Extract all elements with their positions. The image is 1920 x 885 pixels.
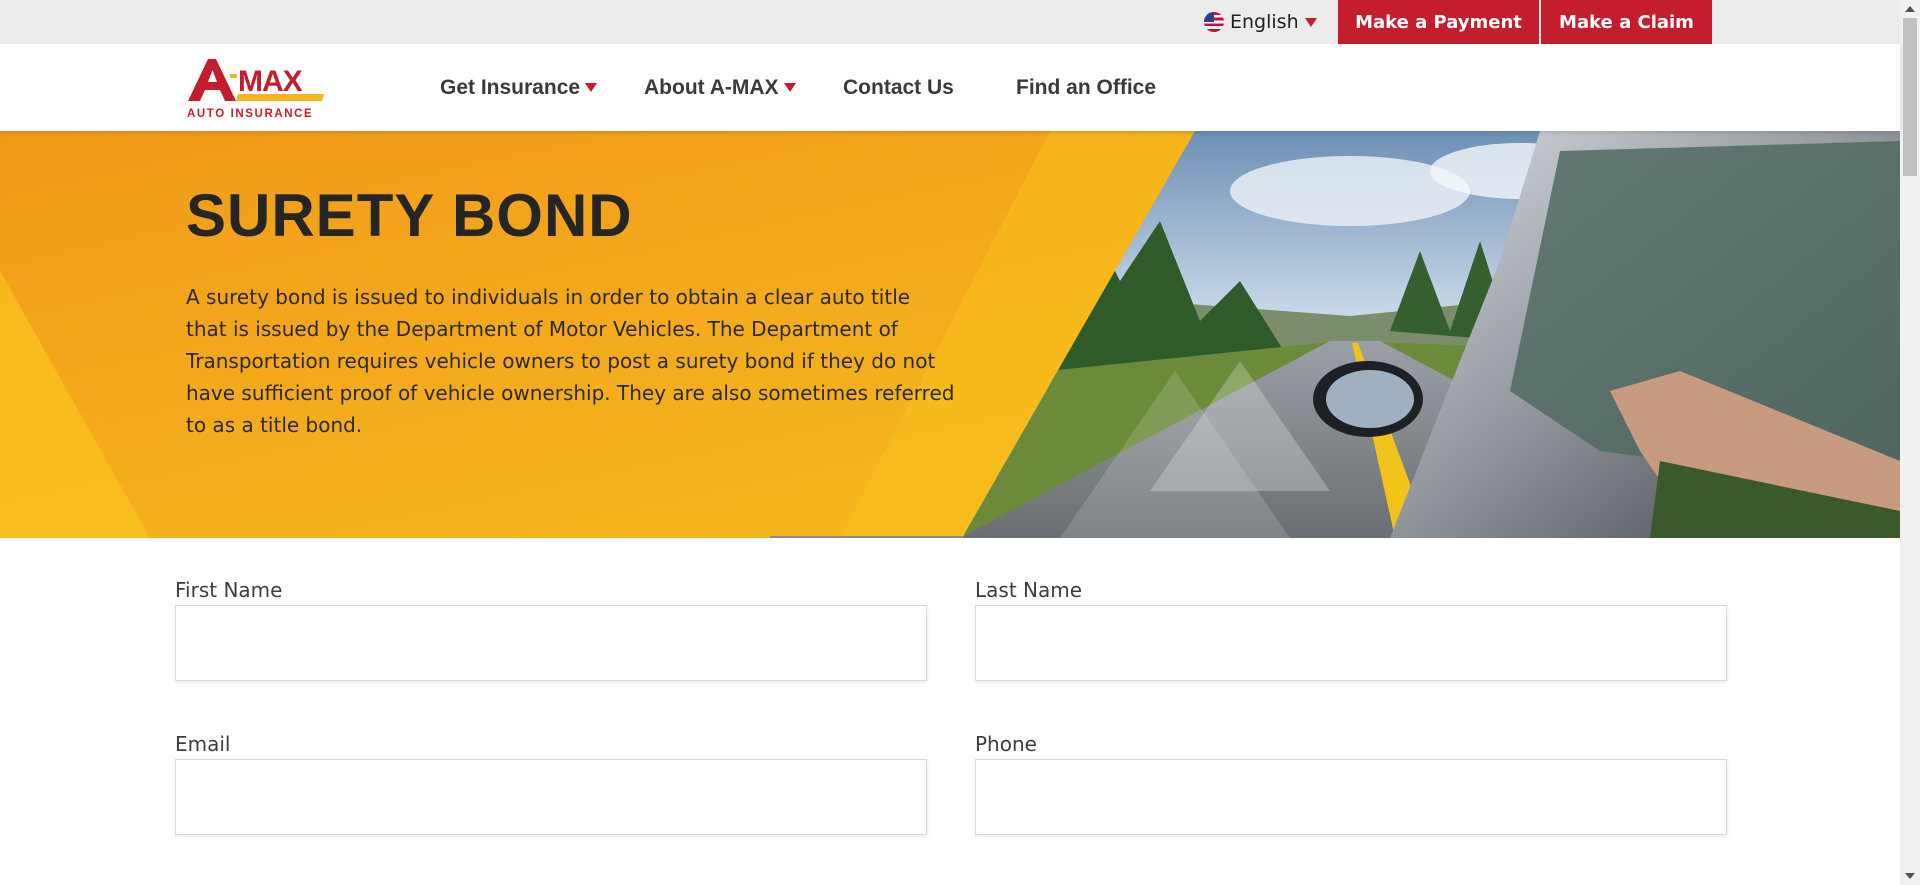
- nav-find-office[interactable]: Find an Office: [1016, 44, 1156, 131]
- phone-field[interactable]: [975, 759, 1727, 835]
- last-name-label: Last Name: [975, 578, 1083, 602]
- svg-text:AUTO INSURANCE: AUTO INSURANCE: [187, 108, 313, 119]
- language-selector[interactable]: English: [1204, 0, 1317, 44]
- nav-about[interactable]: About A-MAX: [644, 44, 796, 131]
- us-flag-icon: [1204, 12, 1224, 32]
- scroll-down-arrow-icon[interactable]: [1905, 873, 1915, 879]
- hero-banner: SURETY BOND A surety bond is issued to i…: [0, 131, 1900, 538]
- page-title: SURETY BOND: [186, 182, 633, 249]
- nav-contact-us[interactable]: Contact Us: [843, 44, 954, 131]
- site-header: MAX AUTO INSURANCE Get Insurance About A…: [0, 44, 1900, 131]
- make-claim-button[interactable]: Make a Claim: [1541, 0, 1712, 44]
- vertical-scrollbar[interactable]: [1900, 0, 1920, 885]
- chevron-down-icon: [1304, 17, 1317, 27]
- chevron-down-icon: [783, 83, 796, 92]
- email-field[interactable]: [175, 759, 927, 835]
- scroll-up-arrow-icon[interactable]: [1905, 6, 1915, 12]
- last-name-field[interactable]: [975, 605, 1727, 681]
- utility-bar: English Make a Payment Make a Claim: [0, 0, 1900, 44]
- email-label: Email: [175, 732, 231, 756]
- phone-label: Phone: [975, 732, 1037, 756]
- nav-about-label: About A-MAX: [644, 75, 779, 99]
- amax-logo[interactable]: MAX AUTO INSURANCE: [186, 57, 326, 120]
- hero-description: A surety bond is issued to individuals i…: [186, 285, 955, 437]
- first-name-field[interactable]: [175, 605, 927, 681]
- language-label: English: [1230, 11, 1299, 33]
- first-name-label: First Name: [175, 578, 283, 602]
- svg-text:MAX: MAX: [238, 65, 303, 98]
- chevron-down-icon: [585, 83, 598, 92]
- scrollbar-thumb[interactable]: [1903, 18, 1917, 176]
- nav-get-insurance-label: Get Insurance: [440, 75, 581, 99]
- make-payment-button[interactable]: Make a Payment: [1338, 0, 1539, 44]
- nav-get-insurance[interactable]: Get Insurance: [440, 44, 598, 131]
- amax-logo-image: MAX AUTO INSURANCE: [187, 59, 324, 120]
